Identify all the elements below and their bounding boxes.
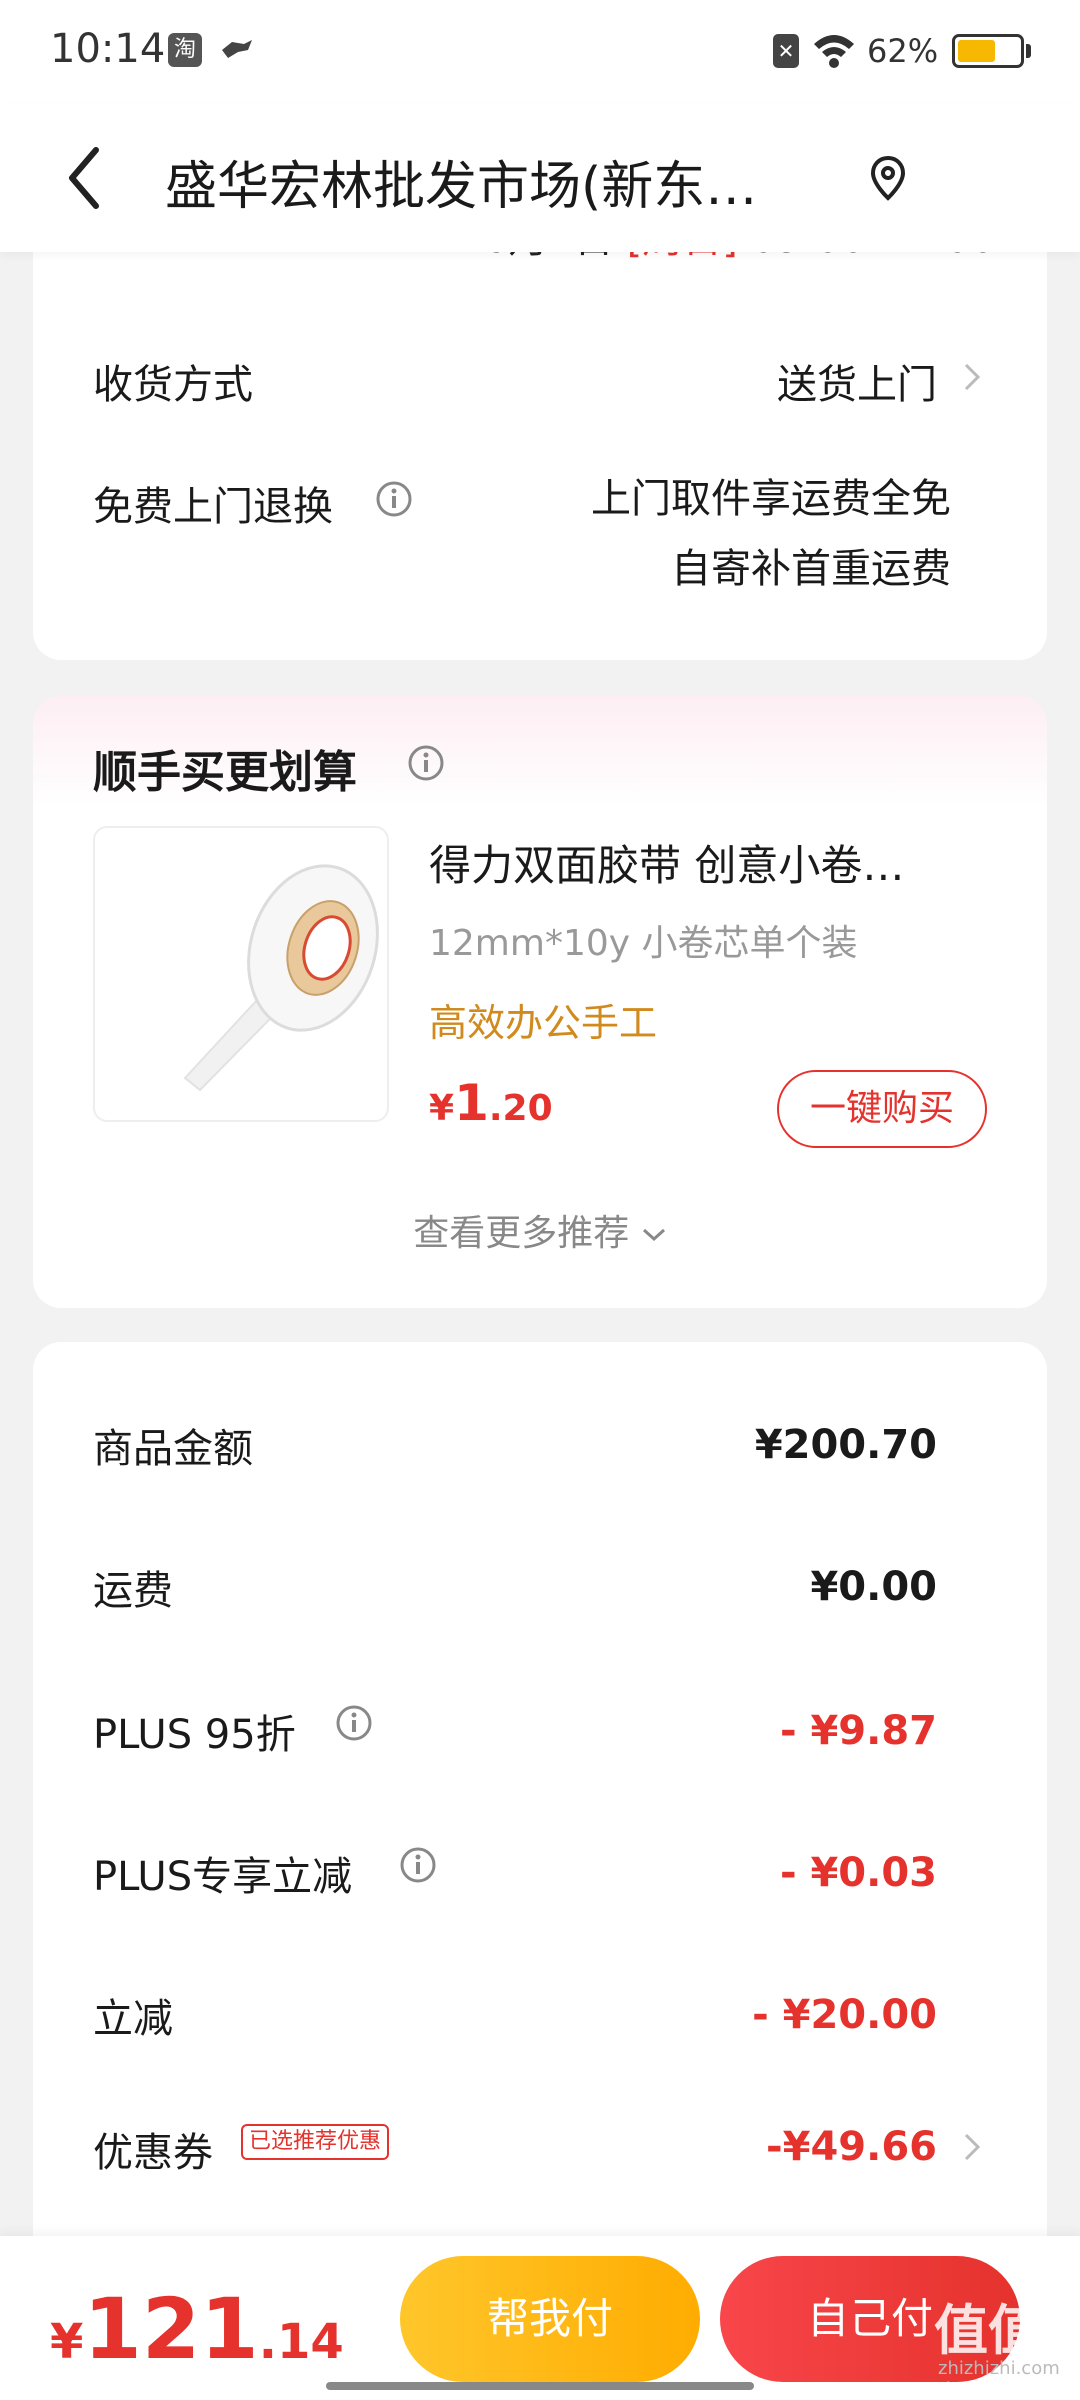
recommend-title: 顺手买更划算 xyxy=(93,747,357,798)
back-arrow-icon[interactable] xyxy=(60,140,110,216)
total-currency: ¥ xyxy=(50,2314,84,2370)
battery-icon xyxy=(952,34,1024,68)
tape-roll-image xyxy=(183,864,379,1092)
see-more-label: 查看更多推荐 xyxy=(413,1213,630,1254)
summary-label: 运费 xyxy=(93,1568,173,1614)
status-time: 10:14 xyxy=(50,26,166,72)
watermark-logo: 值值值 xyxy=(934,2299,1042,2400)
free-return-value-2: 自寄补首重运费 xyxy=(671,546,951,592)
chevron-right-icon xyxy=(964,2133,981,2161)
product-spec: 12mm*10y 小卷芯单个装 xyxy=(429,923,858,964)
chevron-down-icon xyxy=(642,1228,665,1242)
summary-label: PLUS专享立减 xyxy=(93,1854,353,1900)
sim-missing-icon: ✕ xyxy=(773,34,799,68)
chevron-right-icon xyxy=(964,363,981,391)
page-title: 盛华宏林批发市场(新东… xyxy=(165,157,758,217)
info-icon[interactable] xyxy=(375,480,413,518)
summary-value: - ¥9.87 xyxy=(779,1708,937,1754)
free-return-label: 免费上门退换 xyxy=(93,484,333,530)
coupon-selected-badge: 已选推荐优惠 xyxy=(241,2124,390,2160)
one-click-buy-button[interactable]: 一键购买 xyxy=(777,1070,987,1148)
help-me-pay-button[interactable]: 帮我付 xyxy=(400,2256,700,2382)
product-name[interactable]: 得力双面胶带 创意小卷… xyxy=(429,832,989,893)
delivery-method-value: 送货上门 xyxy=(777,362,937,408)
delivery-method-label: 收货方式 xyxy=(93,362,253,408)
summary-label: 商品金额 xyxy=(93,1426,253,1472)
summary-value: ¥0.00 xyxy=(810,1564,937,1610)
recommend-card: 顺手买更划算 得力双面胶带 创意小卷… 12mm*10y 小卷芯单个装 高效办公… xyxy=(33,696,1047,1308)
product-image[interactable] xyxy=(93,826,389,1122)
price-decimal: .20 xyxy=(488,1088,553,1129)
summary-value: - ¥20.00 xyxy=(752,1992,937,2038)
total-integer: 121 xyxy=(83,2280,259,2378)
info-icon[interactable] xyxy=(399,1846,437,1884)
battery-percent: 62% xyxy=(867,32,939,70)
info-icon[interactable] xyxy=(407,744,445,782)
product-price: ¥1.20 xyxy=(429,1074,553,1132)
total-decimal: .14 xyxy=(258,2314,344,2370)
battery-fill xyxy=(958,40,995,62)
delivery-card: 6月2日 [周日] 09:00-21:00 收货方式 送货上门 免费上门退换 上… xyxy=(33,230,1047,660)
total-price: ¥121.14 xyxy=(50,2280,344,2378)
home-indicator[interactable] xyxy=(326,2382,754,2390)
summary-label: 立减 xyxy=(93,1996,173,2042)
summary-value: -¥49.66 xyxy=(766,2124,937,2170)
taobao-notification-icon: 淘 xyxy=(168,33,202,67)
battery-tip xyxy=(1026,44,1031,58)
product-tag: 高效办公手工 xyxy=(429,1001,658,1045)
notification-app-icon xyxy=(222,40,252,58)
summary-label: 优惠券 xyxy=(93,2130,213,2176)
price-integer: 1 xyxy=(454,1074,489,1132)
info-icon[interactable] xyxy=(335,1704,373,1742)
location-pin-icon[interactable] xyxy=(868,154,908,202)
page-header: 盛华宏林批发市场(新东… xyxy=(0,104,1080,252)
watermark-url: zhizhizhi.com xyxy=(938,2358,1060,2379)
see-more-recommendations-link[interactable]: 查看更多推荐 xyxy=(33,1204,1047,1256)
price-currency: ¥ xyxy=(429,1088,455,1129)
wifi-icon xyxy=(814,35,854,68)
summary-value: - ¥0.03 xyxy=(779,1850,937,1896)
summary-label: PLUS 95折 xyxy=(93,1712,296,1758)
free-return-value-1: 上门取件享运费全免 xyxy=(591,476,951,522)
summary-value: ¥200.70 xyxy=(754,1422,937,1468)
checkout-bar: ¥121.14 帮我付 自己付 值值值 zhizhizhi.com xyxy=(0,2236,1080,2400)
status-bar: 10:14 淘 ✕ 62% xyxy=(0,0,1080,104)
